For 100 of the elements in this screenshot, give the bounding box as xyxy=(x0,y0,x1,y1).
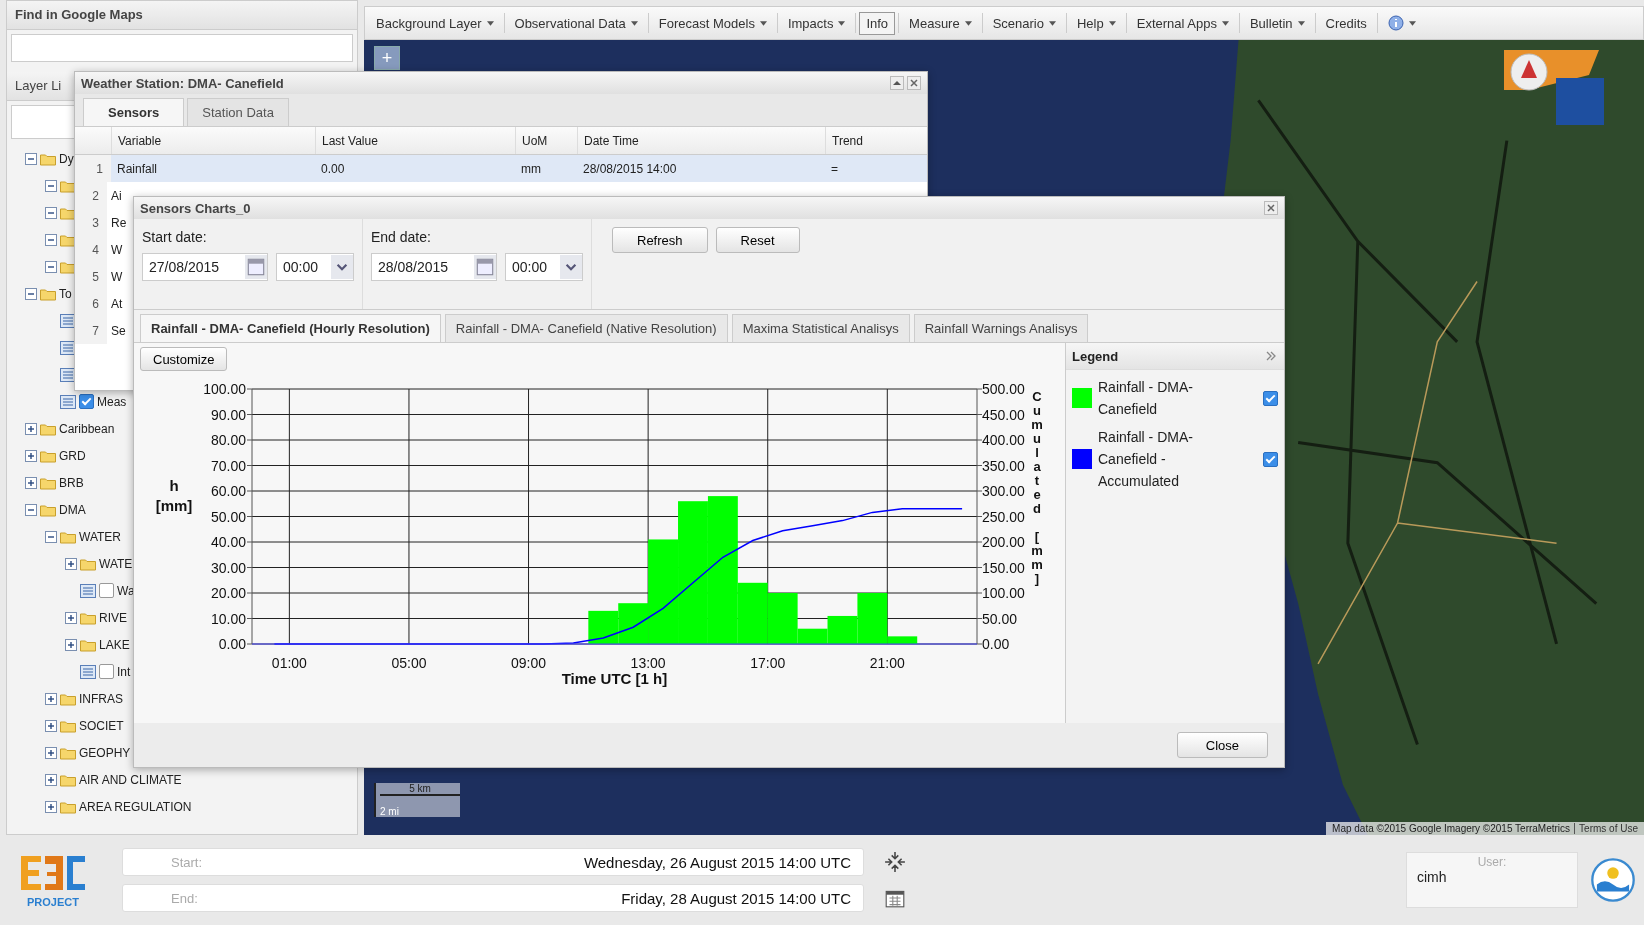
layer-checkbox[interactable] xyxy=(99,664,114,679)
tab[interactable]: Rainfall - DMA- Canefield (Native Resolution) xyxy=(444,314,728,342)
search-field[interactable] xyxy=(11,34,353,62)
menu-item[interactable]: Credits xyxy=(1318,11,1374,35)
menu-item[interactable]: Help xyxy=(1070,11,1123,35)
tree-item[interactable]: DMA xyxy=(59,502,86,517)
tick-label: 300.00 xyxy=(982,483,1025,499)
table-row[interactable]: 5 W xyxy=(75,263,123,290)
table-cell-text: Se xyxy=(110,323,126,338)
filter-field[interactable] xyxy=(11,105,77,139)
time-field[interactable]: 00:00 xyxy=(276,253,354,281)
legend-checkbox[interactable] xyxy=(1263,451,1278,467)
date-field[interactable]: 28/08/2015 xyxy=(371,253,497,281)
column-header[interactable]: Variable xyxy=(111,127,315,154)
expander-icon[interactable] xyxy=(45,746,57,759)
expander-icon[interactable] xyxy=(45,530,57,543)
tab[interactable]: Maxima Statistical Analisys xyxy=(731,314,910,342)
customize-button[interactable]: Customize xyxy=(140,347,228,371)
expander-icon[interactable] xyxy=(45,773,57,786)
expander-icon[interactable] xyxy=(45,260,57,273)
tab[interactable]: Station Data xyxy=(187,98,289,126)
table-row[interactable]: 1 Rainfall 0.00 mm 28/08/2015 14:00 = xyxy=(75,155,927,182)
tree-item[interactable]: To xyxy=(59,286,72,301)
tab[interactable]: Rainfall Warnings Analisys xyxy=(913,314,1089,342)
toolbar-button[interactable]: Reset xyxy=(715,227,800,253)
tree-item[interactable]: RIVE xyxy=(99,610,127,625)
tree-item[interactable]: LAKE xyxy=(99,637,130,652)
table-row[interactable]: 7 Se xyxy=(75,317,126,344)
expander-icon[interactable] xyxy=(25,422,37,435)
toolbar-button[interactable]: Refresh xyxy=(612,227,708,253)
column-header[interactable]: Date Time xyxy=(577,127,825,154)
expander-icon[interactable] xyxy=(25,503,37,516)
folder-icon xyxy=(60,529,76,544)
info-icon xyxy=(1387,15,1404,31)
tree-item[interactable]: WATER xyxy=(79,529,121,544)
expander-icon[interactable] xyxy=(65,611,77,624)
table-row[interactable]: 2 Ai xyxy=(75,182,122,209)
legend-checkbox[interactable] xyxy=(1263,390,1278,406)
column-header[interactable]: UoM xyxy=(515,127,577,154)
terms-link[interactable]: Terms of Use xyxy=(1574,823,1638,834)
expander-icon[interactable] xyxy=(65,638,77,651)
tree-item[interactable]: WATE xyxy=(99,556,133,571)
close-button[interactable]: Close xyxy=(1176,732,1268,758)
collapse-icon[interactable] xyxy=(1264,349,1278,363)
layer-checkbox[interactable] xyxy=(99,583,114,598)
tab[interactable]: Rainfall - DMA- Canefield (Hourly Resolution) xyxy=(140,314,441,342)
tick-label: 50.00 xyxy=(210,508,246,525)
table-cell-text: Re xyxy=(110,215,127,230)
expander-icon[interactable] xyxy=(25,476,37,489)
tree-item[interactable]: GEOPHY xyxy=(79,745,131,760)
tick-label: 60.00 xyxy=(210,483,246,499)
date-field[interactable]: 27/08/2015 xyxy=(142,253,268,281)
tree-item[interactable]: INFRAS xyxy=(79,691,123,706)
dropdown-icon[interactable] xyxy=(331,255,353,279)
tree-item[interactable]: AREA REGULATION xyxy=(79,799,192,814)
tick-label: 500.00 xyxy=(982,381,1025,397)
tree-item[interactable]: Caribbean xyxy=(59,421,115,436)
move-icon[interactable] xyxy=(884,851,906,873)
tree-item[interactable]: Meas xyxy=(97,394,127,409)
folder-icon xyxy=(80,610,96,625)
start-time-field[interactable]: Start: Wednesday, 26 August 2015 14:00 UTC xyxy=(122,848,864,876)
tree-item[interactable]: Int xyxy=(117,664,131,679)
tree-item[interactable]: SOCIET xyxy=(79,718,124,733)
time-field[interactable]: 00:00 xyxy=(505,253,583,281)
expander-icon[interactable] xyxy=(45,719,57,732)
tree-item[interactable]: GRD xyxy=(59,448,86,463)
expander-icon[interactable] xyxy=(25,152,37,165)
menu-item[interactable]: Background Layer xyxy=(369,11,501,35)
dropdown-icon[interactable] xyxy=(560,255,582,279)
row-number: 7 xyxy=(75,317,107,344)
table-row[interactable]: 6 At xyxy=(75,290,123,317)
expander-icon[interactable] xyxy=(25,449,37,462)
column-header[interactable]: Last Value xyxy=(315,127,515,154)
collapse-icon[interactable] xyxy=(890,76,904,90)
menu-item[interactable]: External Apps xyxy=(1129,11,1236,35)
expander-icon[interactable] xyxy=(45,206,57,219)
menu-item[interactable]: Scenario xyxy=(985,11,1063,35)
menu-item[interactable]: Forecast Models xyxy=(651,11,774,35)
table-row[interactable]: 4 W xyxy=(75,236,123,263)
tree-item[interactable]: Dy xyxy=(59,151,74,166)
menu-item[interactable]: Measure xyxy=(902,11,979,35)
expander-icon[interactable] xyxy=(25,287,37,300)
menu-item[interactable]: Info xyxy=(859,11,896,35)
end-time-field[interactable]: End: Friday, 28 August 2015 14:00 UTC xyxy=(122,884,864,912)
expander-icon[interactable] xyxy=(45,800,57,813)
expander-icon[interactable] xyxy=(45,179,57,192)
tree-item[interactable]: BRB xyxy=(59,475,84,490)
tree-item[interactable]: AIR AND CLIMATE xyxy=(79,772,182,787)
menu-item[interactable]: Observational Data xyxy=(507,11,645,35)
expander-icon[interactable] xyxy=(65,557,77,570)
layer-checkbox[interactable] xyxy=(79,394,94,409)
close-icon[interactable] xyxy=(1264,201,1278,215)
column-header[interactable]: Trend xyxy=(825,127,885,154)
menu-item[interactable]: Impacts xyxy=(780,11,853,35)
table-row[interactable]: 3 Re xyxy=(75,209,127,236)
expander-icon[interactable] xyxy=(45,692,57,705)
close-icon[interactable] xyxy=(907,76,921,90)
tab[interactable]: Sensors xyxy=(83,98,185,126)
menu-item[interactable]: Bulletin xyxy=(1242,11,1312,35)
expander-icon[interactable] xyxy=(45,233,57,246)
